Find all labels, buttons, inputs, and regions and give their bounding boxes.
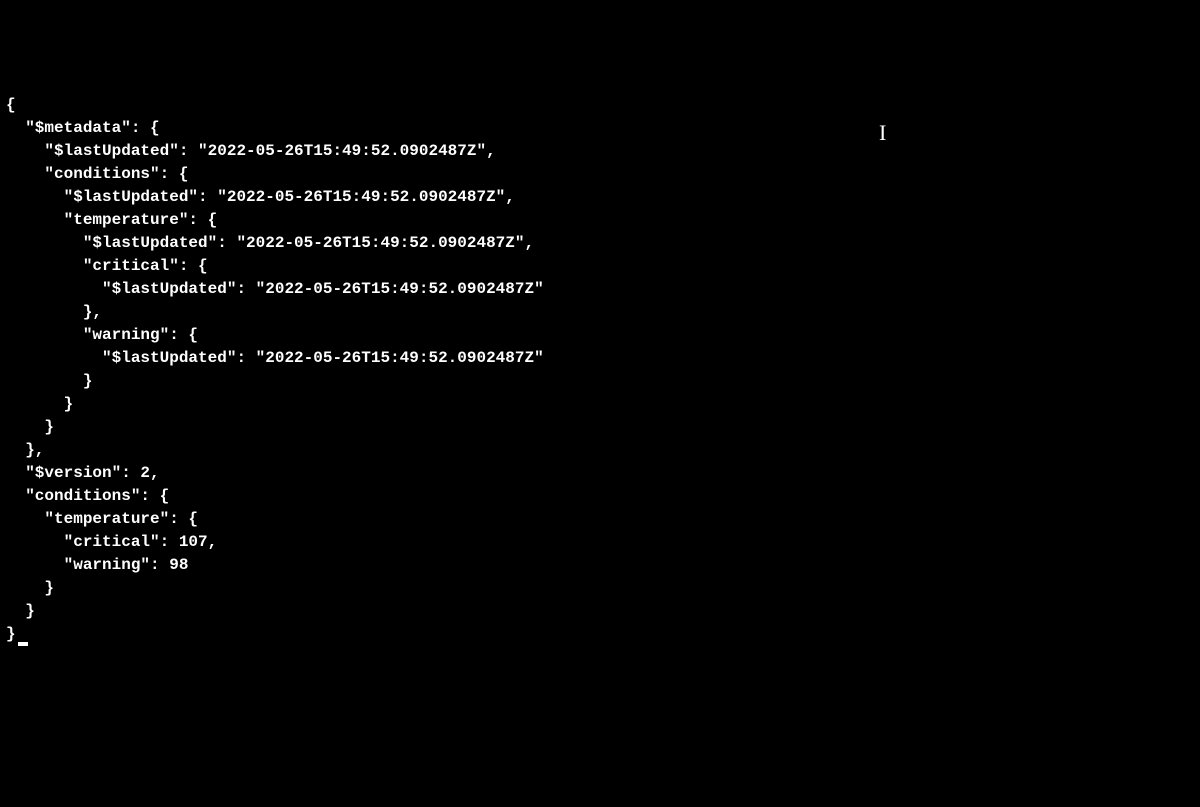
code-line: "$lastUpdated": "2022-05-26T15:49:52.090… xyxy=(6,142,496,160)
terminal-output[interactable]: { "$metadata": { "$lastUpdated": "2022-0… xyxy=(6,94,1194,646)
code-line: "$lastUpdated": "2022-05-26T15:49:52.090… xyxy=(6,280,544,298)
code-line: "$metadata": { xyxy=(6,119,160,137)
terminal-cursor-icon xyxy=(18,642,28,646)
code-line: } xyxy=(6,395,73,413)
code-line: "$lastUpdated": "2022-05-26T15:49:52.090… xyxy=(6,234,534,252)
code-line: "temperature": { xyxy=(6,510,198,528)
code-line: { xyxy=(6,96,16,114)
code-line: }, xyxy=(6,303,102,321)
code-line: "temperature": { xyxy=(6,211,217,229)
code-line: "critical": { xyxy=(6,257,208,275)
code-line: } xyxy=(6,579,54,597)
code-line: } xyxy=(6,625,16,643)
code-line: } xyxy=(6,372,92,390)
code-line: }, xyxy=(6,441,44,459)
code-line: "warning": { xyxy=(6,326,198,344)
code-line: "$lastUpdated": "2022-05-26T15:49:52.090… xyxy=(6,188,515,206)
code-line: "$lastUpdated": "2022-05-26T15:49:52.090… xyxy=(6,349,544,367)
code-line: "$version": 2, xyxy=(6,464,160,482)
code-line: "conditions": { xyxy=(6,165,188,183)
code-line: "warning": 98 xyxy=(6,556,188,574)
code-line: } xyxy=(6,602,35,620)
code-line: } xyxy=(6,418,54,436)
code-line: "conditions": { xyxy=(6,487,169,505)
code-line: "critical": 107, xyxy=(6,533,217,551)
